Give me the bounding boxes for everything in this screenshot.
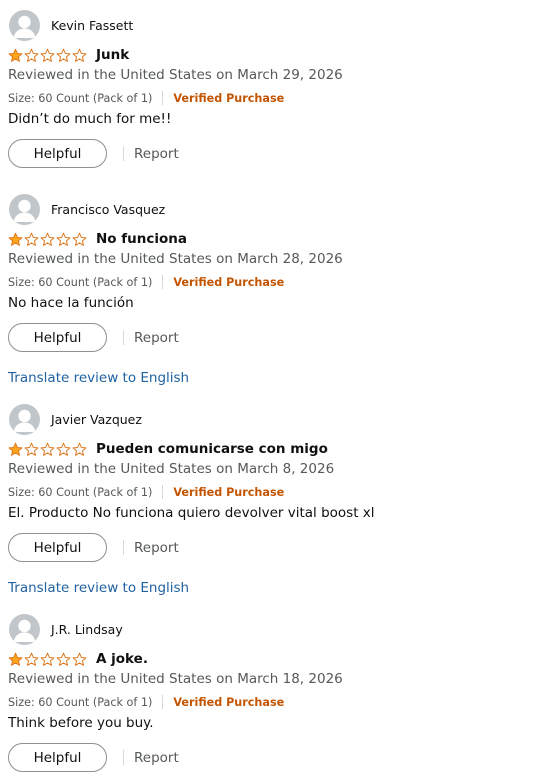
review-body: No hace la función — [8, 295, 134, 311]
reviewer-name: Kevin Fassett — [51, 17, 134, 33]
avatar-icon — [9, 613, 40, 645]
star-filled-icon — [8, 232, 23, 246]
divider — [123, 330, 124, 345]
reviewer-name: J.R. Lindsay — [51, 621, 123, 637]
star-empty-icon — [56, 48, 71, 62]
review-title[interactable]: A joke. — [96, 651, 148, 667]
reviewer-name: Javier Vazquez — [51, 411, 142, 427]
review-date: Reviewed in the United States on March 2… — [8, 67, 343, 83]
divider — [162, 275, 164, 289]
star-rating — [8, 652, 87, 667]
star-empty-icon — [40, 652, 55, 666]
star-rating — [8, 48, 87, 63]
verified-purchase-badge: Verified Purchase — [173, 275, 285, 289]
review-actions: Helpful Report — [8, 532, 179, 563]
star-empty-icon — [40, 48, 55, 62]
reviewer-name: Francisco Vasquez — [51, 201, 166, 217]
review-title[interactable]: Pueden comunicarse con migo — [96, 441, 328, 457]
review-rating-title[interactable]: Pueden comunicarse con migo — [8, 439, 328, 459]
star-empty-icon — [72, 442, 87, 456]
avatar-icon — [9, 9, 40, 41]
review-rating-title[interactable]: Junk — [8, 45, 129, 65]
star-empty-icon — [24, 48, 39, 62]
star-empty-icon — [72, 652, 87, 666]
helpful-button[interactable]: Helpful — [8, 139, 107, 168]
star-empty-icon — [24, 652, 39, 666]
report-link[interactable]: Report — [134, 146, 179, 162]
review-body: Didn’t do much for me!! — [8, 111, 172, 127]
star-empty-icon — [56, 442, 71, 456]
review-body: El. Producto No funciona quiero devolver… — [8, 505, 375, 521]
reviewer-profile[interactable]: Javier Vazquez — [9, 403, 142, 435]
review-actions: Helpful Report — [8, 742, 179, 773]
star-filled-icon — [8, 442, 23, 456]
format-strip: Size: 60 Count (Pack of 1) Verified Purc… — [8, 274, 284, 290]
report-link[interactable]: Report — [134, 330, 179, 346]
star-empty-icon — [72, 232, 87, 246]
review-body: Think before you buy. — [8, 715, 154, 731]
product-format[interactable]: Size: 60 Count (Pack of 1) — [8, 696, 152, 709]
review-title[interactable]: Junk — [96, 47, 129, 63]
divider — [123, 540, 124, 555]
verified-purchase-badge: Verified Purchase — [173, 695, 285, 709]
divider — [162, 91, 164, 105]
divider — [123, 146, 124, 161]
product-format[interactable]: Size: 60 Count (Pack of 1) — [8, 92, 152, 105]
reviewer-profile[interactable]: Kevin Fassett — [9, 9, 134, 41]
star-empty-icon — [56, 652, 71, 666]
star-empty-icon — [24, 442, 39, 456]
review-actions: Helpful Report — [8, 138, 179, 169]
divider — [162, 695, 164, 709]
translate-review-link[interactable]: Translate review to English — [8, 370, 189, 386]
avatar-icon — [9, 403, 40, 435]
review-date: Reviewed in the United States on March 2… — [8, 251, 343, 267]
product-format[interactable]: Size: 60 Count (Pack of 1) — [8, 486, 152, 499]
product-format[interactable]: Size: 60 Count (Pack of 1) — [8, 276, 152, 289]
star-filled-icon — [8, 652, 23, 666]
review-title[interactable]: No funciona — [96, 231, 187, 247]
star-empty-icon — [40, 442, 55, 456]
divider — [123, 750, 124, 765]
review-rating-title[interactable]: A joke. — [8, 649, 148, 669]
report-link[interactable]: Report — [134, 540, 179, 556]
star-empty-icon — [72, 48, 87, 62]
divider — [162, 485, 164, 499]
star-rating — [8, 442, 87, 457]
star-rating — [8, 232, 87, 247]
reviewer-profile[interactable]: Francisco Vasquez — [9, 193, 166, 225]
helpful-button[interactable]: Helpful — [8, 323, 107, 352]
helpful-button[interactable]: Helpful — [8, 743, 107, 772]
helpful-button[interactable]: Helpful — [8, 533, 107, 562]
verified-purchase-badge: Verified Purchase — [173, 485, 285, 499]
format-strip: Size: 60 Count (Pack of 1) Verified Purc… — [8, 90, 284, 106]
review-date: Reviewed in the United States on March 1… — [8, 671, 343, 687]
star-filled-icon — [8, 48, 23, 62]
star-empty-icon — [56, 232, 71, 246]
review-date: Reviewed in the United States on March 8… — [8, 461, 335, 477]
avatar-icon — [9, 193, 40, 225]
star-empty-icon — [24, 232, 39, 246]
translate-review-link[interactable]: Translate review to English — [8, 580, 189, 596]
format-strip: Size: 60 Count (Pack of 1) Verified Purc… — [8, 694, 284, 710]
format-strip: Size: 60 Count (Pack of 1) Verified Purc… — [8, 484, 284, 500]
verified-purchase-badge: Verified Purchase — [173, 91, 285, 105]
reviewer-profile[interactable]: J.R. Lindsay — [9, 613, 123, 645]
review-rating-title[interactable]: No funciona — [8, 229, 187, 249]
star-empty-icon — [40, 232, 55, 246]
report-link[interactable]: Report — [134, 750, 179, 766]
review-actions: Helpful Report — [8, 322, 179, 353]
